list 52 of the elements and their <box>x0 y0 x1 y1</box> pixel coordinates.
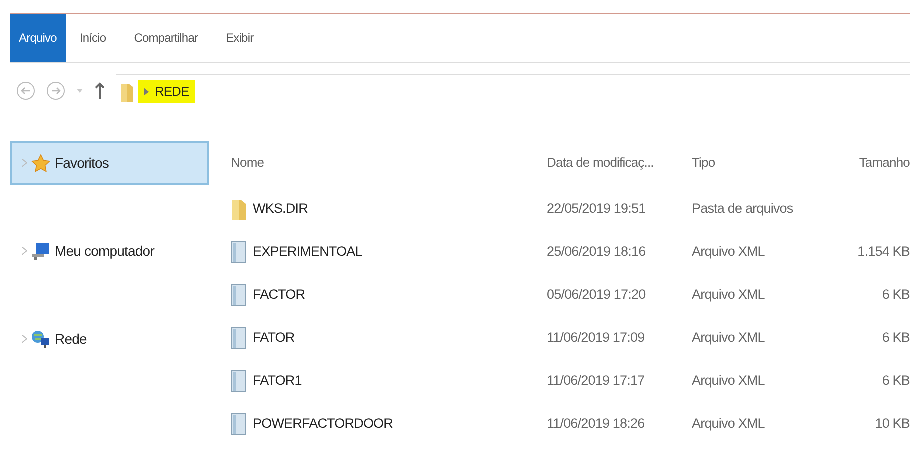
ribbon-tab[interactable]: Início <box>66 14 120 62</box>
breadcrumb[interactable]: REDE <box>138 80 196 103</box>
column-header[interactable]: Tamanho <box>802 154 910 170</box>
document-icon <box>231 240 247 264</box>
table-cell-text: 11/06/2019 18:26 <box>547 416 646 431</box>
document-icon <box>231 412 247 436</box>
table-cell-text: 6 KB <box>881 330 910 345</box>
up-arrow-icon[interactable] <box>94 82 106 100</box>
file-name[interactable]: FATOR <box>231 326 547 350</box>
table-cell-text: Arquivo XML <box>692 330 766 345</box>
column-header[interactable]: Data de modificaç... <box>547 154 692 170</box>
back-icon[interactable] <box>16 81 36 101</box>
table-cell-text: 22/05/2019 19:51 <box>547 201 647 216</box>
sidebar-item[interactable]: Meu computador <box>10 229 209 273</box>
expand-icon <box>22 159 27 167</box>
table-cell-text: 11/06/2019 17:09 <box>547 330 646 345</box>
table-cell-text: 05/06/2019 17:20 <box>547 287 647 302</box>
document-icon <box>231 326 247 350</box>
dropdown-icon[interactable] <box>76 88 84 94</box>
ribbon-tab[interactable]: Exibir <box>212 14 268 62</box>
table-cell-text: 25/06/2019 18:16 <box>547 244 647 259</box>
table-cell-text: Arquivo XML <box>692 373 766 388</box>
chevron-icon <box>144 88 149 96</box>
table-cell-text: 1.154 KB <box>856 244 910 259</box>
file-name[interactable]: EXPERIMENTOAL <box>231 240 547 264</box>
table-cell-text: 11/06/2019 17:17 <box>547 373 646 388</box>
table-cell-text: Arquivo XML <box>692 244 766 259</box>
column-header[interactable]: Nome <box>231 154 547 170</box>
expand-icon <box>22 335 27 343</box>
expand-icon <box>22 247 27 255</box>
computer-icon <box>31 242 51 260</box>
sidebar-item[interactable]: Favoritos <box>10 141 209 185</box>
table-cell-text: 10 KB <box>874 416 910 431</box>
file-name[interactable]: FATOR1 <box>231 368 547 392</box>
file-name[interactable]: POWERFACTORDOOR <box>231 412 547 436</box>
document-icon <box>231 282 247 306</box>
star-icon <box>31 154 51 172</box>
sidebar-item[interactable]: Rede <box>10 317 209 361</box>
forward-icon[interactable] <box>46 81 66 101</box>
table-cell-text: 6 KB <box>881 373 910 388</box>
ribbon-tab[interactable]: Arquivo <box>10 14 66 62</box>
network-icon <box>31 330 51 348</box>
ribbon-tab[interactable]: Compartilhar <box>120 14 212 62</box>
table-cell-text: Arquivo XML <box>692 416 766 431</box>
file-name[interactable]: FACTOR <box>231 282 547 306</box>
table-cell-text: Pasta de arquivos <box>692 201 794 216</box>
document-icon <box>231 368 247 392</box>
address-bar[interactable]: REDE <box>116 74 910 108</box>
table-cell-text: Arquivo XML <box>692 287 766 302</box>
file-name[interactable]: WKS.DIR <box>231 196 547 220</box>
table-cell-text: 6 KB <box>881 287 910 302</box>
column-header[interactable]: Tipo <box>692 154 802 170</box>
